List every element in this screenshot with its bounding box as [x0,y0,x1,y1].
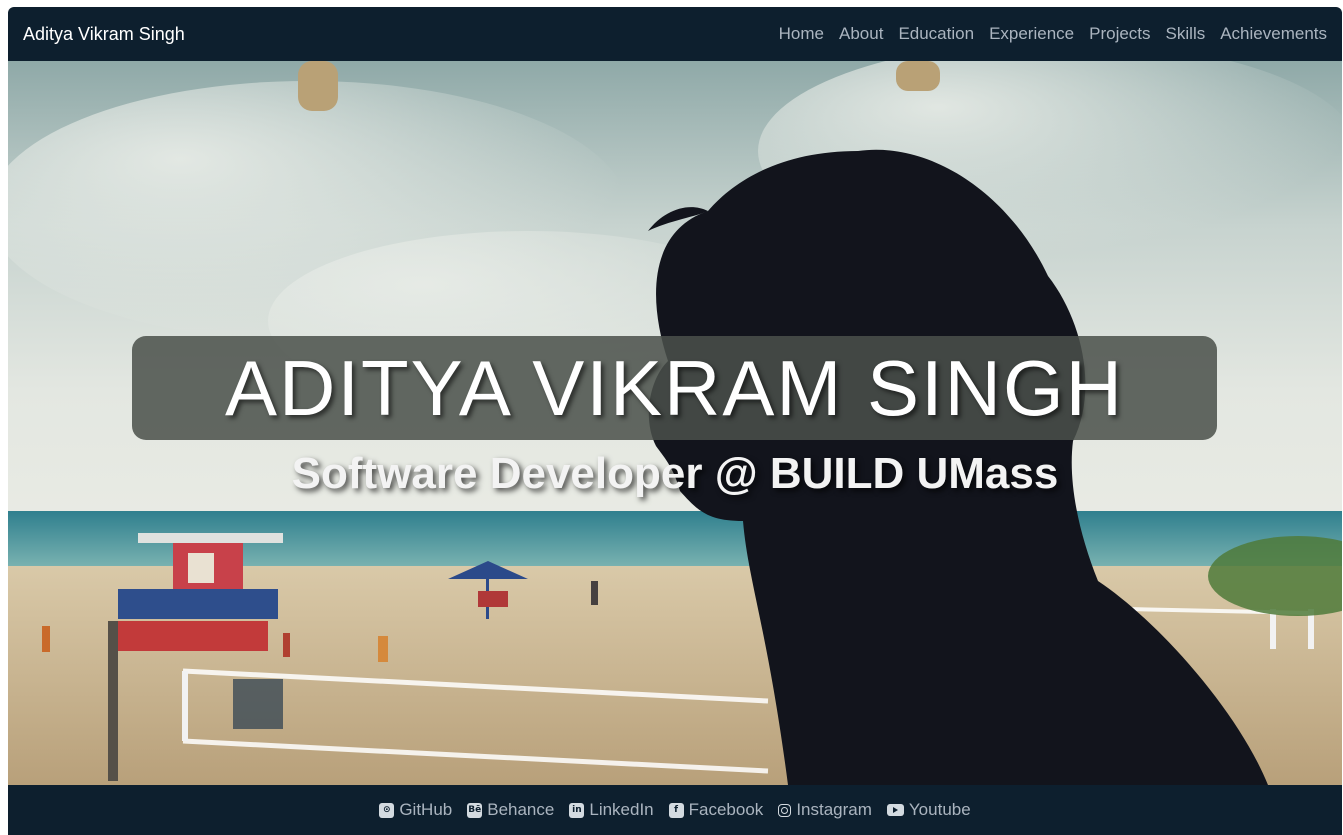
nav-links: Home About Education Experience Projects… [779,24,1327,44]
nav-link-projects[interactable]: Projects [1089,24,1150,44]
footer-link-label: GitHub [399,800,453,819]
footer-link-behance[interactable]: Bē Behance [467,800,554,820]
footer-link-label: Instagram [796,800,872,819]
hero-section: ADITYA VIKRAM SINGH Software Developer @… [8,61,1342,785]
footer-link-label: Youtube [908,800,971,819]
nav-link-home[interactable]: Home [779,24,824,44]
footer-link-linkedin[interactable]: in LinkedIn [569,800,654,820]
footer-link-instagram[interactable]: Instagram [778,800,872,820]
navbar: Aditya Vikram Singh Home About Education… [8,7,1342,61]
github-icon: ⊙ [379,802,395,818]
nav-link-experience[interactable]: Experience [989,24,1074,44]
nav-link-achievements[interactable]: Achievements [1220,24,1327,44]
linkedin-icon: in [569,802,585,818]
nav-link-skills[interactable]: Skills [1166,24,1206,44]
hero-title: ADITYA VIKRAM SINGH [224,343,1125,432]
hero-subtitle: Software Developer @ BUILD UMass [291,449,1059,498]
footer-link-github[interactable]: ⊙ GitHub [379,800,452,820]
hero-title-box: ADITYA VIKRAM SINGH [132,336,1217,440]
footer-link-label: Behance [487,800,555,819]
nav-link-about[interactable]: About [839,24,883,44]
footer-link-facebook[interactable]: f Facebook [668,800,764,820]
youtube-icon [886,804,904,816]
footer-link-label: LinkedIn [589,800,654,819]
footer-link-label: Facebook [688,800,764,819]
facebook-icon: f [668,802,684,818]
footer: ⊙ GitHub Bē Behance in LinkedIn f Facebo… [8,785,1342,835]
page-frame: Aditya Vikram Singh Home About Education… [8,7,1342,835]
nav-link-education[interactable]: Education [898,24,974,44]
brand-link[interactable]: Aditya Vikram Singh [23,24,185,45]
behance-icon: Bē [467,802,483,818]
footer-link-youtube[interactable]: Youtube [886,800,971,820]
instagram-icon [778,803,792,817]
